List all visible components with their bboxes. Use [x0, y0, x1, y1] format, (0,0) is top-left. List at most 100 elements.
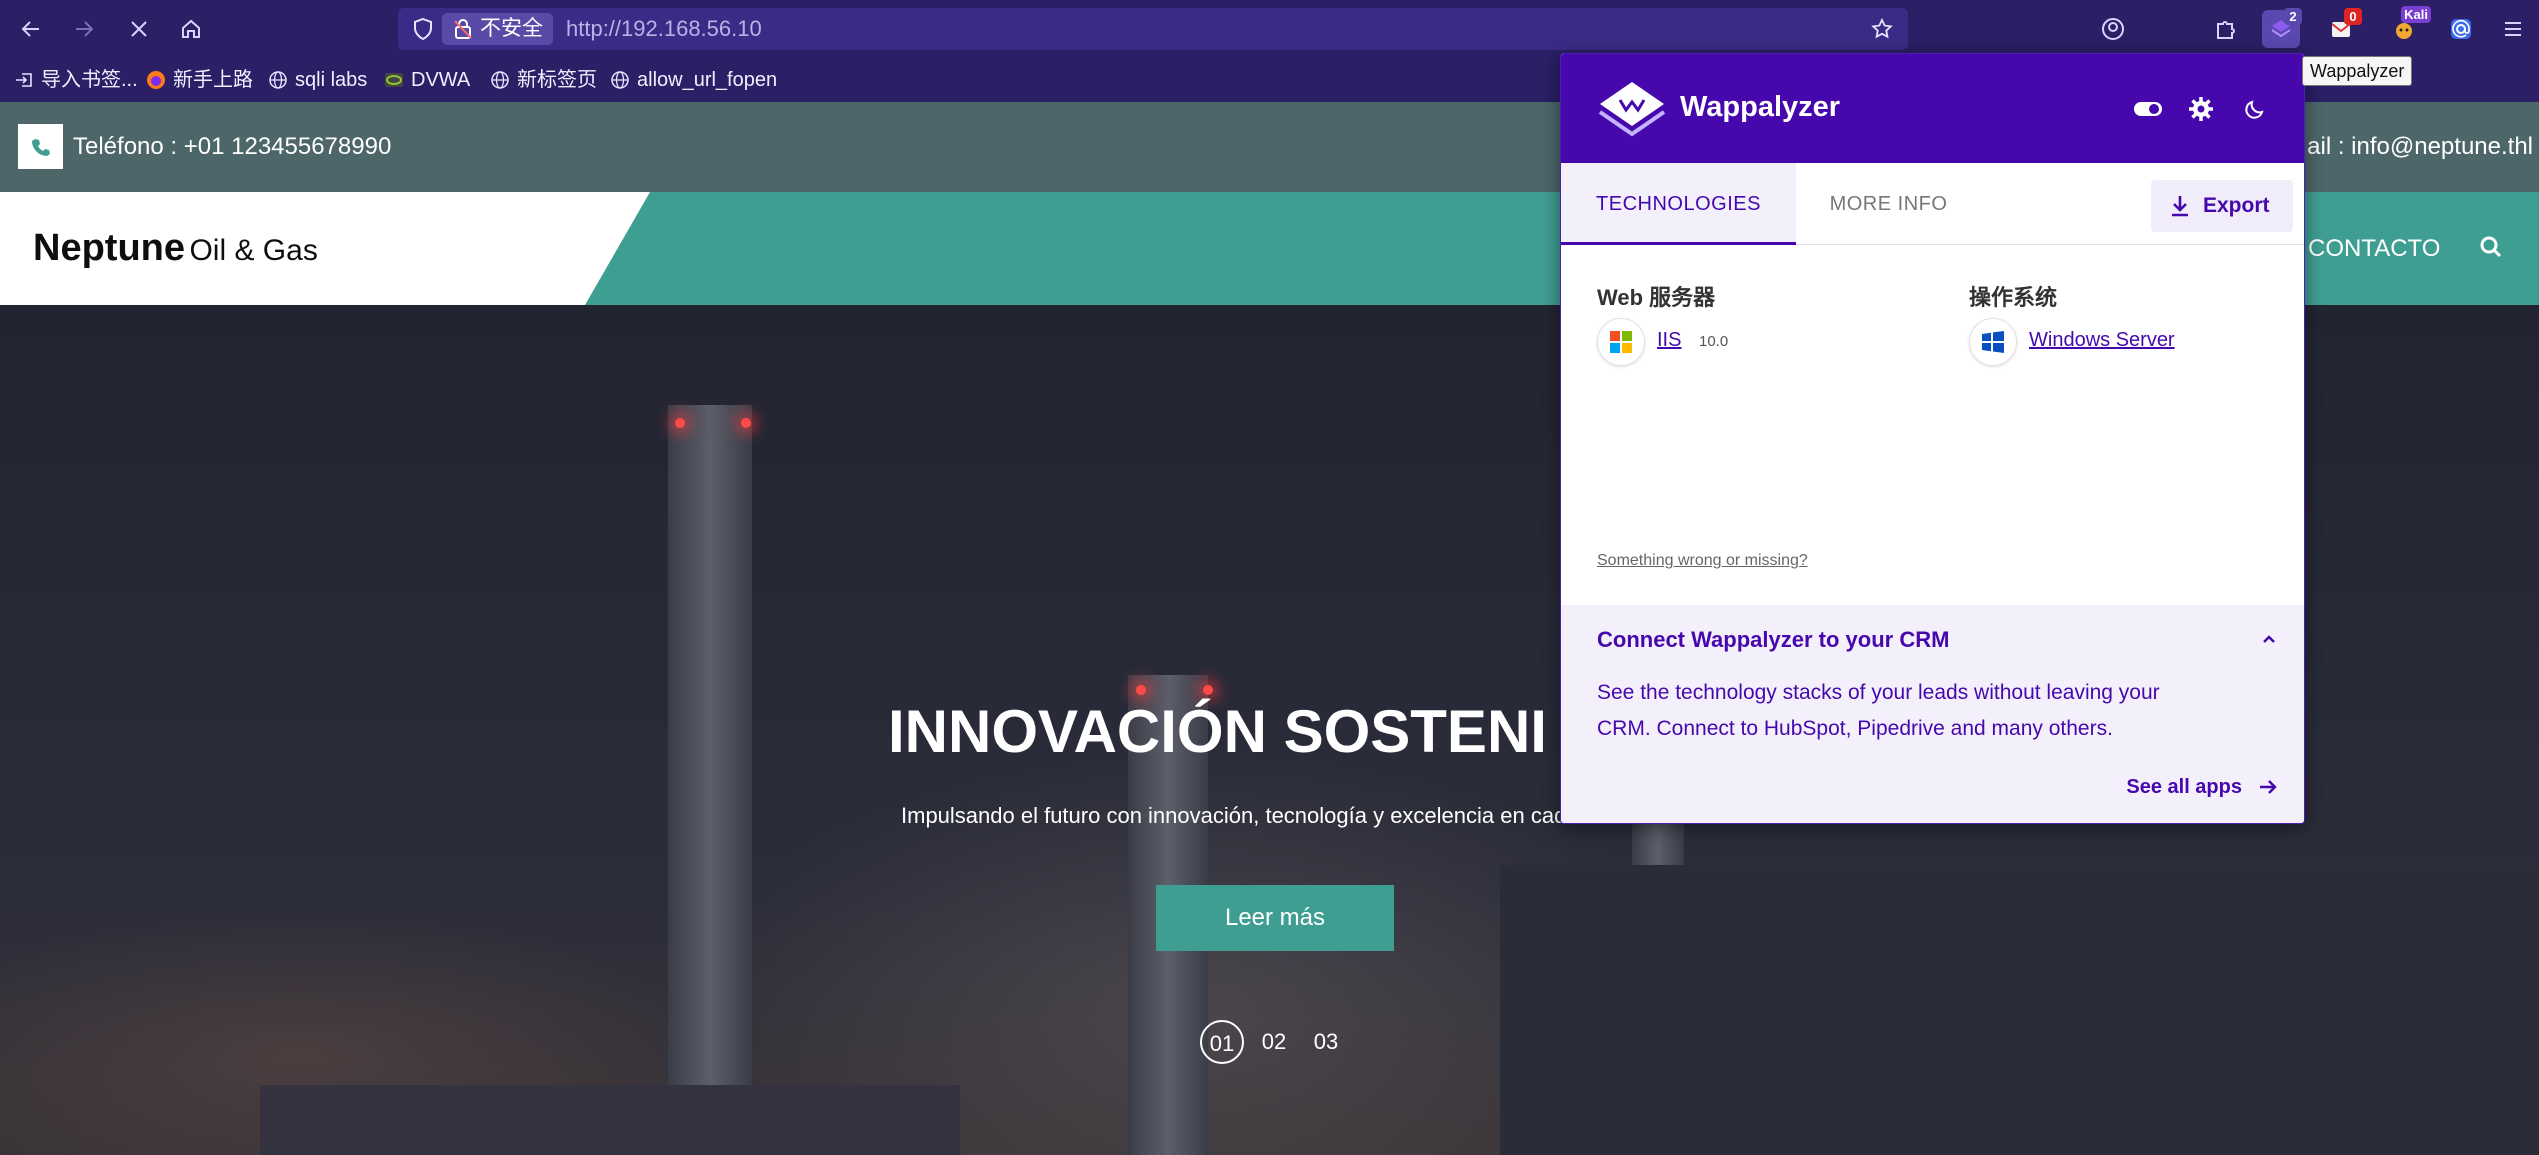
settings-button[interactable]: [2186, 94, 2216, 124]
phone-number: Teléfono : +01 123455678990: [73, 133, 392, 160]
url-bar[interactable]: 不安全 http://192.168.56.10: [398, 8, 1908, 50]
bookmark-label: DVWA: [411, 69, 471, 91]
tech-link-windows-server[interactable]: Windows Server: [2029, 329, 2175, 352]
read-more-button[interactable]: Leer más: [1156, 885, 1394, 951]
tab-technologies[interactable]: TECHNOLOGIES: [1561, 163, 1796, 245]
slide-dot-2[interactable]: 02: [1252, 1020, 1296, 1064]
home-button[interactable]: [172, 10, 210, 48]
account-icon: [2102, 18, 2124, 40]
wappalyzer-popup: Wappalyzer TECHNOLOGIES MORE INFO Export…: [1560, 53, 2305, 824]
url-text[interactable]: http://192.168.56.10: [566, 8, 762, 50]
back-arrow-icon: [21, 21, 39, 37]
globe-icon: [610, 70, 630, 90]
crm-panel: Connect Wappalyzer to your CRM See the t…: [1561, 605, 2304, 823]
chimney-light: [1203, 685, 1213, 695]
category-heading: Web 服务器: [1597, 285, 1716, 310]
shield-icon[interactable]: [410, 16, 436, 42]
hamburger-menu-icon: [2505, 22, 2521, 36]
bookmark-sqli-labs[interactable]: sqli labs: [268, 58, 367, 102]
browser-toolbar: 不安全 http://192.168.56.10 2 0 Kali: [0, 0, 2539, 58]
mail-badge: 0: [2344, 8, 2362, 25]
search-icon[interactable]: [2478, 234, 2504, 260]
lock-insecure-icon: [454, 19, 472, 39]
moon-icon: [2245, 100, 2264, 119]
chimney-light: [741, 418, 751, 428]
dvwa-icon: [384, 70, 404, 90]
at-extension-button[interactable]: [2442, 10, 2480, 48]
hero-title: INNOVACIÓN SOSTENI: [888, 698, 1547, 765]
mail-extension-button[interactable]: 0: [2322, 8, 2362, 48]
email-address[interactable]: ail : info@neptune.thl: [2307, 102, 2533, 192]
kali-label: Kali: [2401, 6, 2431, 23]
extensions-button[interactable]: [2206, 10, 2244, 48]
phone-icon: [31, 138, 50, 156]
popup-brand: Wappalyzer: [1680, 91, 1841, 123]
insecure-label: 不安全: [480, 17, 543, 40]
globe-icon: [490, 70, 510, 90]
tech-version: 10.0: [1699, 333, 1729, 350]
crm-title[interactable]: Connect Wappalyzer to your CRM: [1597, 627, 1949, 653]
see-all-apps-link[interactable]: See all apps: [2126, 776, 2242, 799]
wappalyzer-logo-icon: [1598, 82, 1666, 137]
category-heading: 操作系统: [1969, 285, 2058, 310]
account-button[interactable]: [2094, 10, 2132, 48]
gear-icon: [2189, 97, 2213, 121]
back-button[interactable]: [12, 10, 50, 48]
logo-subtitle: Oil & Gas: [189, 234, 318, 267]
globe-icon: [268, 70, 288, 90]
nav-contacto[interactable]: CONTACTO: [2308, 192, 2440, 305]
toggle-icon: [2134, 102, 2162, 116]
bookmark-import[interactable]: 导入书签...: [14, 58, 138, 102]
forward-button[interactable]: [65, 10, 103, 48]
close-icon: [131, 21, 147, 37]
forward-arrow-icon: [76, 21, 94, 37]
slide-dot-1[interactable]: 01: [1200, 1020, 1244, 1064]
site-logo[interactable]: Neptune Oil & Gas: [33, 192, 318, 312]
bookmark-label: 新标签页: [517, 69, 597, 91]
factory-silhouette: [1500, 865, 2539, 1155]
dark-mode-button[interactable]: [2240, 94, 2270, 124]
export-label: Export: [2203, 194, 2270, 217]
bookmark-star-icon[interactable]: [1870, 17, 1894, 41]
wappalyzer-badge: 2: [2284, 8, 2302, 25]
chimney-shape: [668, 405, 752, 1155]
slide-dot-3[interactable]: 03: [1304, 1020, 1348, 1064]
bookmark-label: 导入书签...: [41, 69, 138, 91]
firefox-icon: [146, 70, 166, 90]
tab-more-info[interactable]: MORE INFO: [1796, 163, 1981, 245]
chimney-light: [1136, 685, 1146, 695]
home-icon: [182, 19, 200, 38]
hero-subtitle: Impulsando el futuro con innovación, tec…: [901, 803, 1567, 828]
crm-description: See the technology stacks of your leads …: [1597, 681, 2160, 740]
phone-icon-box: [18, 124, 63, 169]
insecure-indicator[interactable]: 不安全: [442, 13, 553, 45]
logo-bold: Neptune: [33, 227, 185, 269]
export-button[interactable]: Export: [2151, 180, 2293, 232]
bookmark-new-tab[interactable]: 新标签页: [490, 58, 597, 102]
chimney-light: [675, 418, 685, 428]
bookmark-label: 新手上路: [173, 69, 253, 91]
windows-blue-icon: [1969, 318, 2017, 366]
at-sign-icon: [2451, 19, 2471, 39]
bookmark-getting-started[interactable]: 新手上路: [146, 58, 253, 102]
tech-link-iis[interactable]: IIS: [1657, 329, 1681, 352]
windows-color-icon: [1597, 318, 1645, 366]
something-wrong-link[interactable]: Something wrong or missing?: [1597, 552, 1808, 570]
toggle-switch[interactable]: [2133, 94, 2163, 124]
kali-extension-button[interactable]: Kali: [2385, 6, 2431, 48]
puzzle-icon: [2217, 21, 2235, 39]
bookmark-dvwa[interactable]: DVWA: [384, 58, 470, 102]
bookmark-label: allow_url_fopen: [637, 69, 778, 91]
import-icon: [14, 70, 34, 90]
bookmark-label: sqli labs: [295, 69, 368, 91]
chevron-up-icon[interactable]: [2260, 630, 2278, 648]
wappalyzer-extension-button[interactable]: 2: [2262, 8, 2302, 48]
factory-silhouette: [260, 1085, 960, 1155]
arrow-right-icon[interactable]: [2256, 775, 2280, 799]
popup-header: Wappalyzer: [1561, 54, 2304, 163]
wappalyzer-tooltip: Wappalyzer: [2302, 56, 2413, 86]
download-icon: [2172, 196, 2188, 217]
menu-button[interactable]: [2494, 10, 2532, 48]
bookmark-allow-url-fopen[interactable]: allow_url_fopen: [610, 58, 777, 102]
stop-loading-button[interactable]: [120, 10, 158, 48]
